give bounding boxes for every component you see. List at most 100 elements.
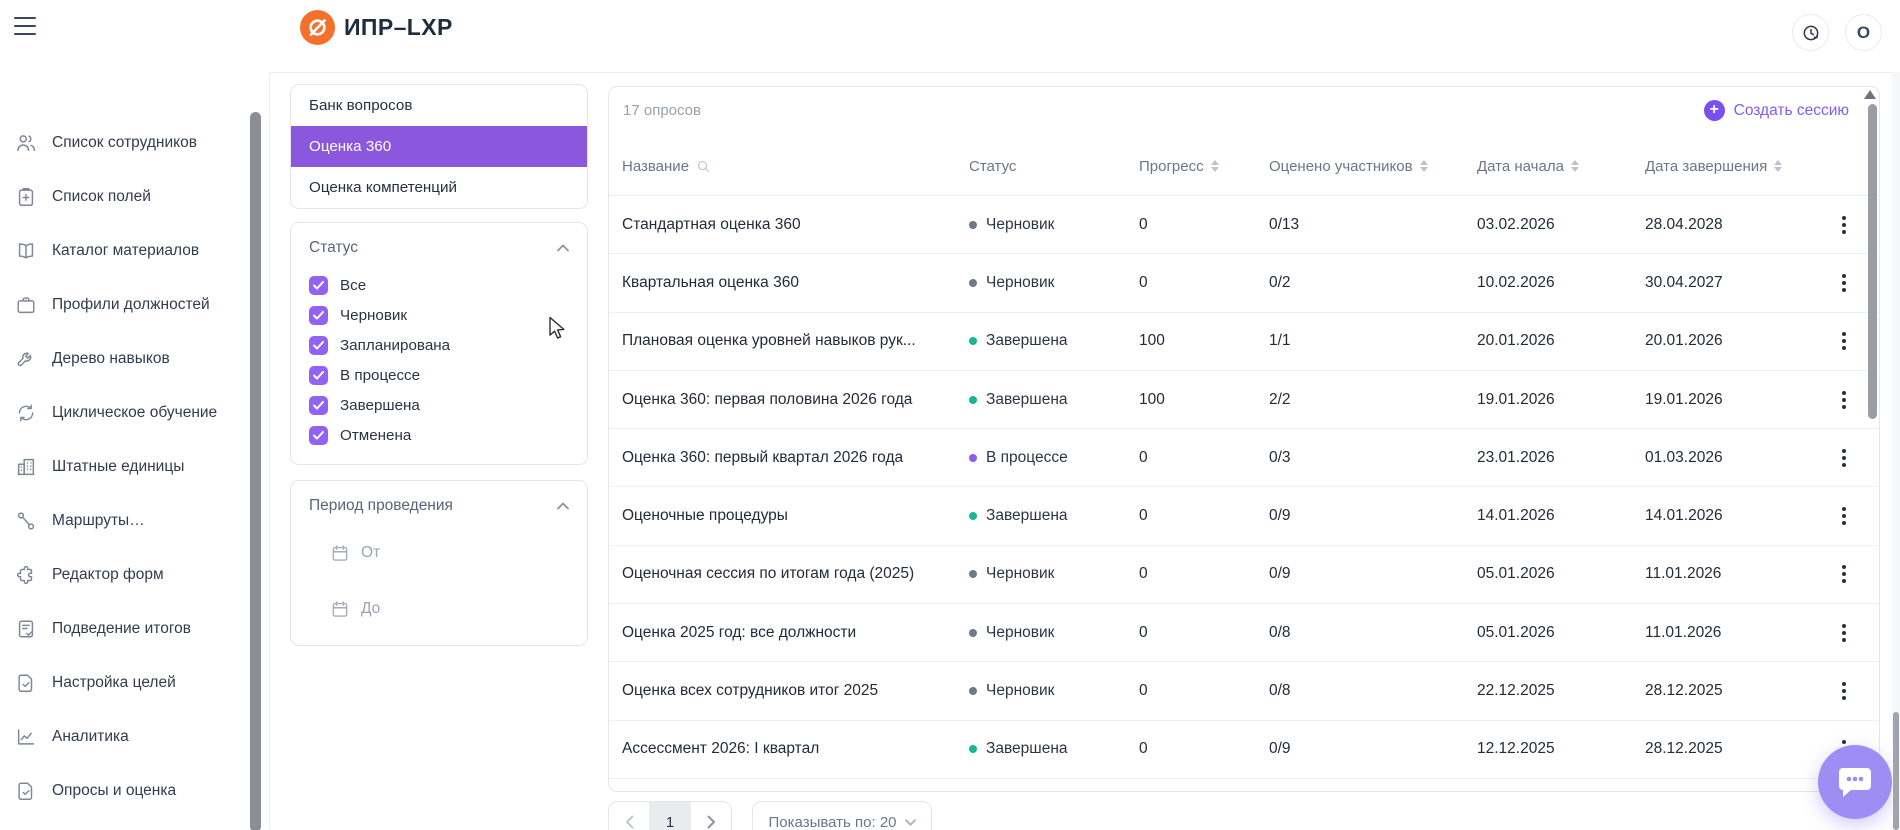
sidebar-item-skill-tree[interactable]: Дерево навыков <box>0 332 270 386</box>
briefcase-icon <box>15 294 37 316</box>
status-checkbox-planned[interactable]: Запланирована <box>309 330 569 360</box>
session-date-start: 10.02.2026 <box>1477 274 1645 292</box>
previous-page-button[interactable] <box>609 802 649 830</box>
sort-icon[interactable] <box>1774 160 1782 172</box>
status-dot <box>969 629 977 637</box>
sidebar-item-rating-scales[interactable]: Оценочные шкалы <box>0 818 270 830</box>
sidebar-item-label: Маршруты… <box>52 512 145 530</box>
sidebar-item-staff-units[interactable]: Штатные единицы <box>0 440 270 494</box>
session-progress: 0 <box>1139 624 1269 642</box>
wrench-icon <box>15 348 37 370</box>
column-header-participants[interactable]: Оценено участников <box>1269 158 1477 175</box>
table-scroll-up-arrow[interactable] <box>1864 90 1876 99</box>
sidebar-item-surveys[interactable]: Опросы и оценка <box>0 764 270 818</box>
session-participants: 0/13 <box>1269 216 1477 234</box>
tab-competency-assessment[interactable]: Оценка компетенций <box>291 167 587 208</box>
document-check-icon <box>15 618 37 640</box>
table-scrollbar[interactable] <box>1868 104 1877 419</box>
chart-icon <box>15 726 37 748</box>
status-dot <box>969 396 977 404</box>
row-menu-button[interactable] <box>1838 445 1850 471</box>
status-checkbox-all[interactable]: Все <box>309 270 569 300</box>
sort-icon[interactable] <box>1571 160 1579 172</box>
row-menu-button[interactable] <box>1838 270 1850 296</box>
table-row[interactable]: Оценочные процедуры Завершена 0 0/9 14.0… <box>609 487 1879 545</box>
table-row[interactable]: Ассессмент 2026: I квартал Завершена 0 0… <box>609 721 1879 779</box>
page-size-select[interactable]: Показывать по: 20 <box>752 801 932 830</box>
row-menu-button[interactable] <box>1838 387 1850 413</box>
row-menu-button[interactable] <box>1838 503 1850 529</box>
checkbox-label: Завершена <box>340 397 420 414</box>
status-checkbox-cancelled[interactable]: Отменена <box>309 420 569 450</box>
chat-widget-button[interactable] <box>1818 745 1892 819</box>
column-header-date-end[interactable]: Дата завершения <box>1645 158 1835 175</box>
sort-icon[interactable] <box>1420 160 1428 172</box>
create-session-button[interactable]: + Создать сессию <box>1704 100 1849 121</box>
table-row[interactable]: Оценка всех сотрудников итог 2025 Чернов… <box>609 662 1879 720</box>
row-menu-button[interactable] <box>1838 212 1850 238</box>
clipboard-plus-icon <box>15 186 37 208</box>
user-avatar[interactable]: O <box>1845 14 1882 51</box>
tab-assessment-360[interactable]: Оценка 360 <box>291 126 587 167</box>
next-page-button[interactable] <box>691 802 731 830</box>
sidebar-item-cyclic-learning[interactable]: Циклическое обучение <box>0 386 270 440</box>
history-button[interactable] <box>1792 14 1829 51</box>
sidebar-item-routes[interactable]: Маршруты… <box>0 494 270 548</box>
search-icon[interactable] <box>696 159 711 174</box>
session-date-end: 01.03.2026 <box>1645 449 1835 467</box>
sidebar-item-employees[interactable]: Список сотрудников <box>0 116 270 170</box>
sidebar-item-form-editor[interactable]: Редактор форм <box>0 548 270 602</box>
tab-question-bank[interactable]: Банк вопросов <box>291 85 587 126</box>
session-date-end: 28.12.2025 <box>1645 740 1835 758</box>
row-menu-button[interactable] <box>1838 620 1850 646</box>
file-check-icon <box>15 672 37 694</box>
row-menu-button[interactable] <box>1838 561 1850 587</box>
sidebar: Список сотрудников Список полей Каталог … <box>0 72 270 830</box>
table-row[interactable]: Оценка 360: первая половина 2026 года За… <box>609 371 1879 429</box>
table-row[interactable]: Плановая оценка уровней навыков рук... З… <box>609 313 1879 371</box>
table-row[interactable]: Квартальная оценка 360 Черновик 0 0/2 10… <box>609 254 1879 312</box>
date-to-field[interactable]: До <box>330 589 569 629</box>
menu-toggle-icon[interactable] <box>14 17 36 35</box>
session-name: Оценка 360: первый квартал 2026 года <box>622 449 969 467</box>
session-progress: 100 <box>1139 391 1269 409</box>
page-scrollbar-thumb[interactable] <box>1893 712 1899 830</box>
status-checkbox-draft[interactable]: Черновик <box>309 300 569 330</box>
table-row[interactable]: Оценочная сессия по итогам года (2025) Ч… <box>609 546 1879 604</box>
table-row[interactable]: Оценка 360: первый квартал 2026 года В п… <box>609 429 1879 487</box>
puzzle-icon <box>15 564 37 586</box>
status-checkbox-in-progress[interactable]: В процессе <box>309 360 569 390</box>
sidebar-item-goal-settings[interactable]: Настройка целей <box>0 656 270 710</box>
checkbox-label: Все <box>340 277 366 294</box>
column-header-status[interactable]: Статус <box>969 158 1139 175</box>
sidebar-item-analytics[interactable]: Аналитика <box>0 710 270 764</box>
session-name: Оценочные процедуры <box>622 507 969 525</box>
status-checkbox-completed[interactable]: Завершена <box>309 390 569 420</box>
page-number[interactable]: 1 <box>649 802 691 830</box>
sort-icon[interactable] <box>1211 160 1219 172</box>
session-participants: 0/9 <box>1269 740 1477 758</box>
table-row[interactable]: Оценка 2025 год: все должности Черновик … <box>609 604 1879 662</box>
column-header-date-start[interactable]: Дата начала <box>1477 158 1645 175</box>
sidebar-scrollbar[interactable] <box>250 112 261 830</box>
checkbox-label: Запланирована <box>340 337 450 354</box>
session-date-end: 28.12.2025 <box>1645 682 1835 700</box>
sidebar-item-fields[interactable]: Список полей <box>0 170 270 224</box>
clock-history-icon <box>1801 23 1821 43</box>
sidebar-item-job-profiles[interactable]: Профили должностей <box>0 278 270 332</box>
sidebar-item-summary[interactable]: Подведение итогов <box>0 602 270 656</box>
row-menu-button[interactable] <box>1838 328 1850 354</box>
sidebar-item-label: Штатные единицы <box>52 458 184 476</box>
page-scrollbar-track[interactable] <box>1892 0 1900 830</box>
table-row[interactable]: Стандартная оценка 360 Черновик 0 0/13 0… <box>609 196 1879 254</box>
book-icon <box>15 240 37 262</box>
row-menu-button[interactable] <box>1838 678 1850 704</box>
column-header-progress[interactable]: Прогресс <box>1139 158 1269 175</box>
session-status: Черновик <box>969 274 1139 292</box>
chevron-up-icon[interactable] <box>557 244 569 252</box>
column-header-name[interactable]: Название <box>622 158 969 175</box>
sidebar-item-materials[interactable]: Каталог материалов <box>0 224 270 278</box>
chevron-up-icon[interactable] <box>557 502 569 510</box>
date-from-field[interactable]: От <box>330 533 569 573</box>
session-name: Плановая оценка уровней навыков рук... <box>622 332 969 350</box>
